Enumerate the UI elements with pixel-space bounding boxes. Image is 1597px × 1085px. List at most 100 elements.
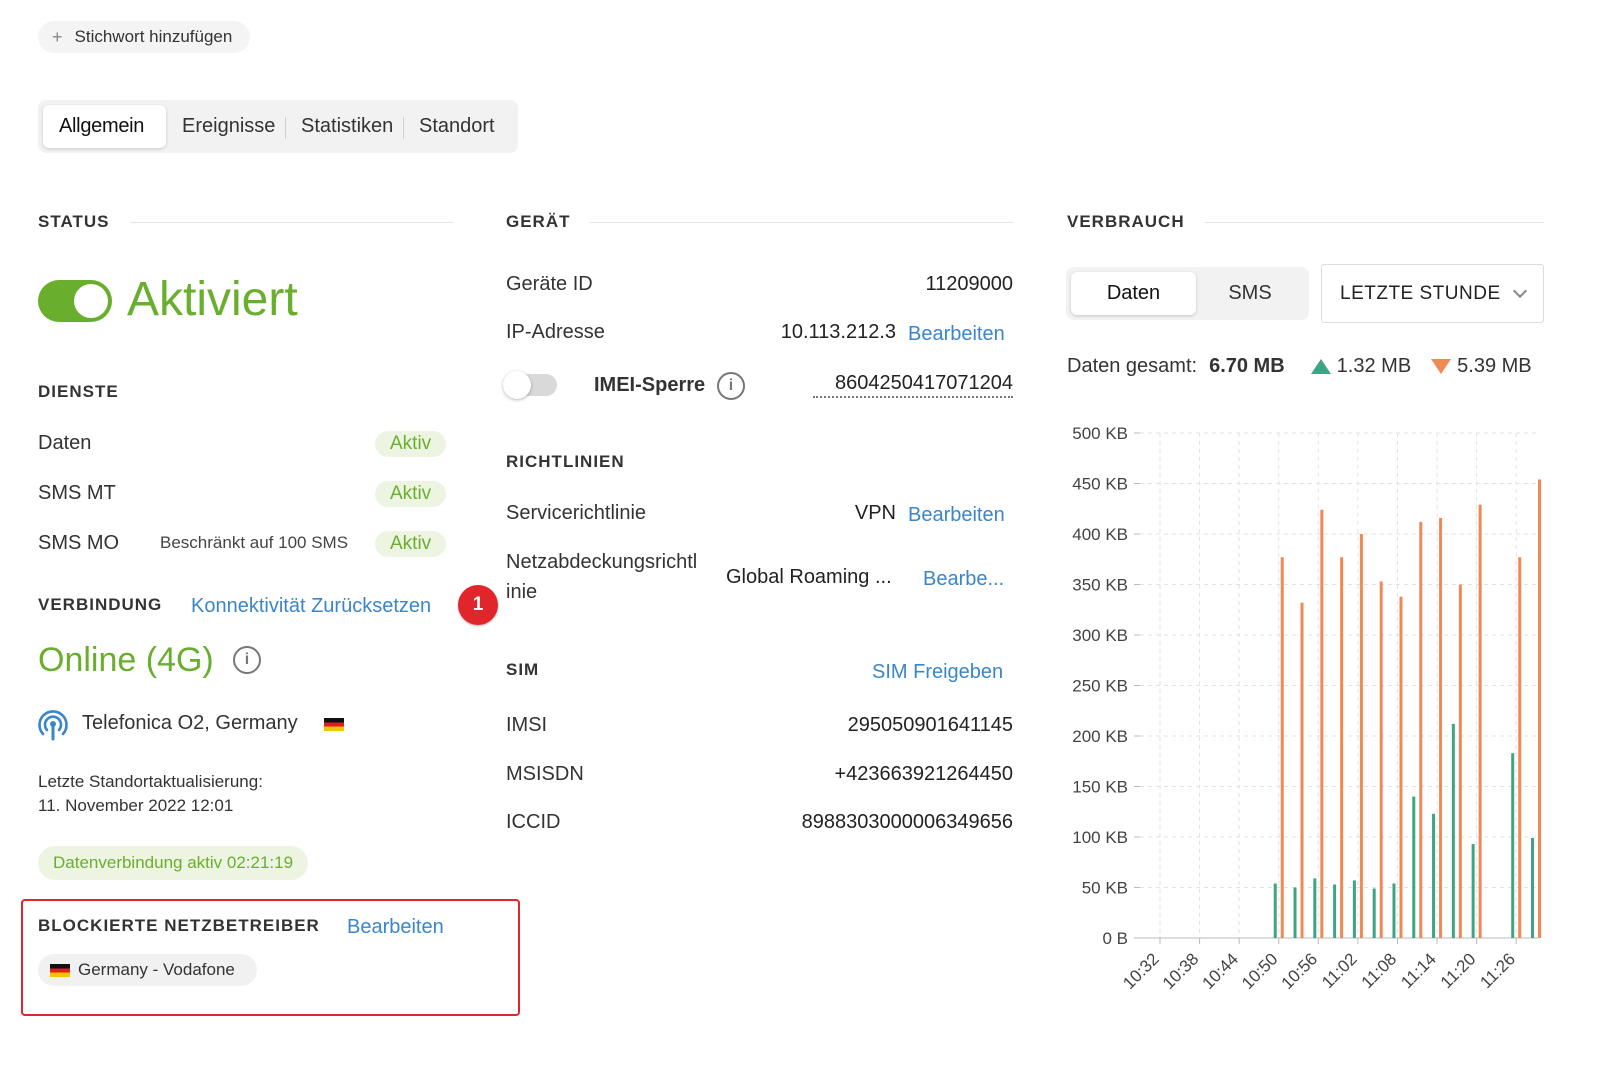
download-bar <box>1458 584 1462 938</box>
imsi-value: 295050901641145 <box>847 714 1013 736</box>
x-tick-label: 11:26 <box>1476 949 1519 992</box>
blocked-operators-edit-link[interactable]: Bearbeiten <box>347 916 444 939</box>
blocked-carrier-chip: Germany - Vodafone <box>38 954 257 986</box>
service-note-sms-mo: Beschränkt auf 100 SMS <box>160 533 349 552</box>
device-id-value: 11209000 <box>925 273 1014 295</box>
service-label-sms-mt: SMS MT <box>38 482 116 504</box>
upload-bar <box>1392 883 1396 938</box>
tab-statistiken[interactable]: Statistiken <box>285 105 403 148</box>
tab-allgemein[interactable]: Allgemein <box>43 105 166 148</box>
download-bar <box>1359 534 1363 938</box>
download-bar <box>1518 557 1522 938</box>
status-heading: STATUS <box>38 212 110 231</box>
imei-info-icon[interactable]: i <box>717 372 745 400</box>
ip-edit-link[interactable]: Bearbeiten <box>908 323 1005 346</box>
y-tick-label: 450 KB <box>1072 475 1128 494</box>
y-tick-label: 200 KB <box>1072 727 1128 746</box>
usage-divider <box>1205 222 1544 223</box>
download-bar <box>1439 517 1443 938</box>
y-tick-label: 300 KB <box>1072 626 1128 645</box>
x-tick-label: 10:38 <box>1159 949 1203 993</box>
y-tick-label: 400 KB <box>1072 525 1128 544</box>
blocked-carrier-label: Germany - Vodafone <box>78 960 235 979</box>
last-location-label: Letzte Standortaktualisierung: <box>38 772 263 791</box>
usage-chart: 0 B 50 KB 100 KB 150 KB 200 KB 250 KB 300 KB 35… <box>1072 424 1541 993</box>
upload-bar <box>1313 878 1317 938</box>
download-bar <box>1538 479 1541 938</box>
y-tick-label: 500 KB <box>1072 424 1128 443</box>
x-tick-label: 10:44 <box>1198 949 1242 993</box>
upload-bar <box>1352 880 1356 938</box>
ip-value: 10.113.212.3 <box>780 321 896 343</box>
service-status-daten: Aktiv <box>375 431 447 457</box>
x-tick-label: 10:56 <box>1278 949 1322 993</box>
x-tick-label: 11:02 <box>1318 949 1361 992</box>
service-label-daten: Daten <box>38 432 92 454</box>
operator-name: Telefonica O2, Germany <box>82 712 298 734</box>
upload-arrow-icon <box>1310 359 1331 374</box>
y-tick-label: 250 KB <box>1072 677 1128 696</box>
data-session-badge: Datenverbindung aktiv 02:21:19 <box>38 846 309 880</box>
download-bar <box>1320 509 1324 938</box>
iccid-link[interactable]: 8988303000006349656 <box>743 811 1013 834</box>
tab-bar: Allgemein Ereignisse Statistiken Standor… <box>38 100 518 153</box>
y-tick-label: 350 KB <box>1072 576 1128 595</box>
device-divider <box>590 222 1013 223</box>
tab-standort[interactable]: Standort <box>403 105 508 148</box>
imei-lock-label: IMEI-Sperre <box>594 374 706 396</box>
x-tick-label: 11:20 <box>1437 949 1480 992</box>
annotation-badge: 1 <box>458 585 498 625</box>
add-tag-label: Stichwort hinzufügen <box>74 27 233 46</box>
connection-state: Online (4G) <box>38 641 214 679</box>
msisdn-value: +423663921264450 <box>834 763 1013 785</box>
upload-bar <box>1471 844 1475 938</box>
upload-bar <box>1511 753 1515 938</box>
reset-connectivity-link[interactable]: Konnektivität Zurücksetzen <box>191 595 431 618</box>
tab-ereignisse[interactable]: Ereignisse <box>166 105 285 148</box>
time-range-value: LETZTE STUNDE <box>1340 282 1501 304</box>
connection-heading: VERBINDUNG <box>38 595 163 614</box>
services-heading: DIENSTE <box>38 382 119 401</box>
blocked-operators-heading: BLOCKIERTE NETZBETREIBER <box>38 916 320 935</box>
download-bar <box>1419 521 1423 938</box>
status-divider <box>130 222 453 223</box>
usage-heading: VERBRAUCH <box>1067 212 1185 231</box>
download-bar <box>1399 596 1403 938</box>
upload-bar <box>1531 838 1534 938</box>
total-value: 6.70 MB <box>1209 355 1285 377</box>
add-tag-button[interactable]: + Stichwort hinzufügen <box>38 21 251 53</box>
y-tick-label: 50 KB <box>1082 879 1128 898</box>
imei-value[interactable]: 8604250417071204 <box>813 372 1013 398</box>
usage-type-sms[interactable]: SMS <box>1196 272 1304 315</box>
signal-icon <box>38 709 70 741</box>
coverage-policy-value: Global Roaming ... <box>726 566 892 588</box>
coverage-policy-edit-link[interactable]: Bearbe... <box>923 568 1004 591</box>
y-tick-label: 150 KB <box>1072 778 1128 797</box>
usage-type-data[interactable]: Daten <box>1071 272 1196 315</box>
download-arrow-icon <box>1431 359 1452 374</box>
total-label: Daten gesamt: <box>1067 355 1198 377</box>
imei-lock-toggle[interactable] <box>503 371 557 399</box>
activation-toggle[interactable] <box>38 280 112 322</box>
service-status-sms-mo: Aktiv <box>375 531 447 557</box>
download-bar <box>1280 557 1284 938</box>
msisdn-label: MSISDN <box>506 763 584 785</box>
info-icon[interactable]: i <box>233 646 261 674</box>
x-tick-label: 10:50 <box>1238 949 1282 993</box>
x-tick-label: 10:32 <box>1119 949 1163 993</box>
iccid-label: ICCID <box>506 811 561 833</box>
x-tick-label: 11:08 <box>1358 949 1401 992</box>
upload-bar <box>1432 813 1436 938</box>
time-range-dropdown[interactable]: LETZTE STUNDE <box>1321 264 1544 323</box>
sim-release-link[interactable]: SIM Freigeben <box>872 661 1003 684</box>
service-policy-value: VPN <box>854 502 896 524</box>
device-id-label: Geräte ID <box>506 273 593 295</box>
upload-bar <box>1293 887 1297 938</box>
download-bar <box>1478 504 1482 938</box>
x-tick-label: 11:14 <box>1397 949 1440 992</box>
service-status-sms-mt: Aktiv <box>375 481 447 507</box>
upload-bar <box>1412 796 1416 938</box>
download-bar <box>1340 557 1344 938</box>
service-policy-edit-link[interactable]: Bearbeiten <box>908 504 1005 527</box>
policies-heading: RICHTLINIEN <box>506 452 625 471</box>
